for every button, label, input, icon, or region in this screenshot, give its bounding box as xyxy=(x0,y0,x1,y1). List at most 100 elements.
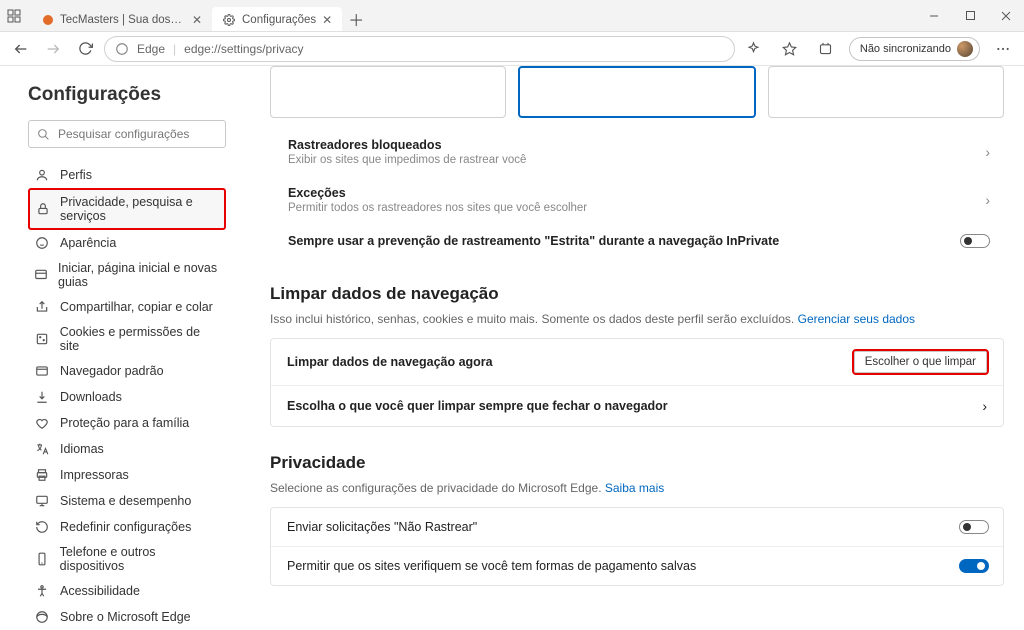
tracking-card-strict[interactable] xyxy=(768,66,1004,118)
section-clear-desc: Isso inclui histórico, senhas, cookies e… xyxy=(270,312,1004,326)
back-button[interactable] xyxy=(8,36,34,62)
url-scheme-label: Edge xyxy=(137,42,165,56)
collections-button[interactable] xyxy=(813,36,839,62)
choose-what-to-clear-button[interactable]: Escolher o que limpar xyxy=(854,351,987,373)
lock-icon xyxy=(36,201,50,217)
accessibility-icon xyxy=(34,583,50,599)
url-text: edge://settings/privacy xyxy=(184,42,303,56)
sidebar-item-startup[interactable]: Iniciar, página inicial e novas guias xyxy=(28,256,226,294)
sync-profile-button[interactable]: Não sincronizando xyxy=(849,37,980,61)
privacy-learn-more-link[interactable]: Saiba mais xyxy=(605,481,664,495)
tracking-card-balanced[interactable] xyxy=(518,66,756,118)
sidebar-item-phone[interactable]: Telefone e outros dispositivos xyxy=(28,540,226,578)
language-icon xyxy=(34,441,50,457)
download-icon xyxy=(34,389,50,405)
sparkle-star-icon xyxy=(746,41,761,56)
refresh-icon xyxy=(78,41,93,56)
maximize-button[interactable] xyxy=(952,0,988,31)
section-privacy-title: Privacidade xyxy=(270,453,1004,473)
sidebar-item-privacy[interactable]: Privacidade, pesquisa e serviços xyxy=(28,188,226,230)
printer-icon xyxy=(34,467,50,483)
tracking-level-cards xyxy=(270,66,1004,118)
sidebar-item-about[interactable]: Sobre o Microsoft Edge xyxy=(28,604,226,630)
chevron-right-icon: › xyxy=(985,144,990,160)
sidebar-item-share[interactable]: Compartilhar, copiar e colar xyxy=(28,294,226,320)
window-controls xyxy=(916,0,1024,31)
clear-data-panel: Limpar dados de navegação agora Escolher… xyxy=(270,338,1004,427)
sidebar-item-cookies[interactable]: Cookies e permissões de site xyxy=(28,320,226,358)
clear-now-row: Limpar dados de navegação agora Escolher… xyxy=(271,339,1003,385)
settings-sidebar: Configurações Pesquisar configurações Pe… xyxy=(0,66,240,610)
section-clear-title: Limpar dados de navegação xyxy=(270,284,1004,304)
close-icon xyxy=(1000,10,1012,22)
tab-actions-button[interactable] xyxy=(0,0,28,31)
minimize-button[interactable] xyxy=(916,0,952,31)
sidebar-item-system[interactable]: Sistema e desempenho xyxy=(28,488,226,514)
ellipsis-icon xyxy=(995,41,1011,57)
forward-button[interactable] xyxy=(40,36,66,62)
strict-inprivate-row: Sempre usar a prevenção de rastreamento … xyxy=(270,224,1004,258)
sidebar-item-family[interactable]: Proteção para a família xyxy=(28,410,226,436)
sidebar-item-downloads[interactable]: Downloads xyxy=(28,384,226,410)
maximize-icon xyxy=(965,10,976,21)
settings-main: Rastreadores bloqueados Exibir os sites … xyxy=(240,66,1024,610)
payment-check-toggle[interactable] xyxy=(959,559,989,573)
sidebar-item-languages[interactable]: Idiomas xyxy=(28,436,226,462)
favorites-button[interactable] xyxy=(777,36,803,62)
settings-content: Configurações Pesquisar configurações Pe… xyxy=(0,66,1024,610)
phone-icon xyxy=(34,551,50,567)
blocked-trackers-row[interactable]: Rastreadores bloqueados Exibir os sites … xyxy=(270,128,1004,176)
sidebar-item-appearance[interactable]: Aparência xyxy=(28,230,226,256)
refresh-button[interactable] xyxy=(72,36,98,62)
exceptions-row[interactable]: Exceções Permitir todos os rastreadores … xyxy=(270,176,1004,224)
close-window-button[interactable] xyxy=(988,0,1024,31)
do-not-track-row: Enviar solicitações "Não Rastrear" xyxy=(271,508,1003,546)
browser-icon xyxy=(34,363,50,379)
search-placeholder: Pesquisar configurações xyxy=(58,127,189,141)
do-not-track-toggle[interactable] xyxy=(959,520,989,534)
profile-avatar-icon xyxy=(957,41,973,57)
titlebar: TecMasters | Sua dose diária de t ✕ Conf… xyxy=(0,0,1024,32)
tab-label: Configurações xyxy=(242,14,316,26)
clear-on-close-row[interactable]: Escolha o que você quer limpar sempre qu… xyxy=(271,385,1003,426)
close-icon[interactable]: ✕ xyxy=(322,13,332,27)
arrow-right-icon xyxy=(45,41,61,57)
page-title: Configurações xyxy=(28,84,226,106)
address-bar[interactable]: Edge | edge://settings/privacy xyxy=(104,36,735,62)
sidebar-item-printers[interactable]: Impressoras xyxy=(28,462,226,488)
sidebar-item-accessibility[interactable]: Acessibilidade xyxy=(28,578,226,604)
sidebar-item-default-browser[interactable]: Navegador padrão xyxy=(28,358,226,384)
tab-label: TecMasters | Sua dose diária de t xyxy=(60,14,186,26)
settings-favicon-icon xyxy=(222,13,236,27)
minimize-icon xyxy=(928,10,940,22)
system-icon xyxy=(34,493,50,509)
arrow-left-icon xyxy=(13,41,29,57)
edge-page-icon xyxy=(115,42,129,56)
sidebar-item-profiles[interactable]: Perfis xyxy=(28,162,226,188)
settings-nav: Perfis Privacidade, pesquisa e serviços … xyxy=(28,162,226,630)
chevron-right-icon: › xyxy=(982,398,987,414)
tab-settings[interactable]: Configurações ✕ xyxy=(212,7,342,31)
sidebar-item-reset[interactable]: Redefinir configurações xyxy=(28,514,226,540)
cookies-icon xyxy=(34,331,50,347)
read-aloud-button[interactable] xyxy=(741,36,767,62)
sync-label: Não sincronizando xyxy=(860,43,951,55)
strict-inprivate-toggle[interactable] xyxy=(960,234,990,248)
reset-icon xyxy=(34,519,50,535)
tecmasters-favicon-icon xyxy=(42,13,54,27)
tracking-card-basic[interactable] xyxy=(270,66,506,118)
tab-tecmasters[interactable]: TecMasters | Sua dose diária de t ✕ xyxy=(32,7,212,31)
tab-grid-icon xyxy=(7,9,21,23)
startup-icon xyxy=(34,267,48,283)
search-settings-input[interactable]: Pesquisar configurações xyxy=(28,120,226,148)
profile-icon xyxy=(34,167,50,183)
chevron-right-icon: › xyxy=(985,192,990,208)
payment-check-row: Permitir que os sites verifiquem se você… xyxy=(271,546,1003,585)
manage-data-link[interactable]: Gerenciar seus dados xyxy=(798,312,915,326)
new-tab-button[interactable]: ＋ xyxy=(342,7,370,31)
more-button[interactable] xyxy=(990,36,1016,62)
toolbar: Edge | edge://settings/privacy Não sincr… xyxy=(0,32,1024,66)
family-icon xyxy=(34,415,50,431)
close-icon[interactable]: ✕ xyxy=(192,13,202,27)
appearance-icon xyxy=(34,235,50,251)
